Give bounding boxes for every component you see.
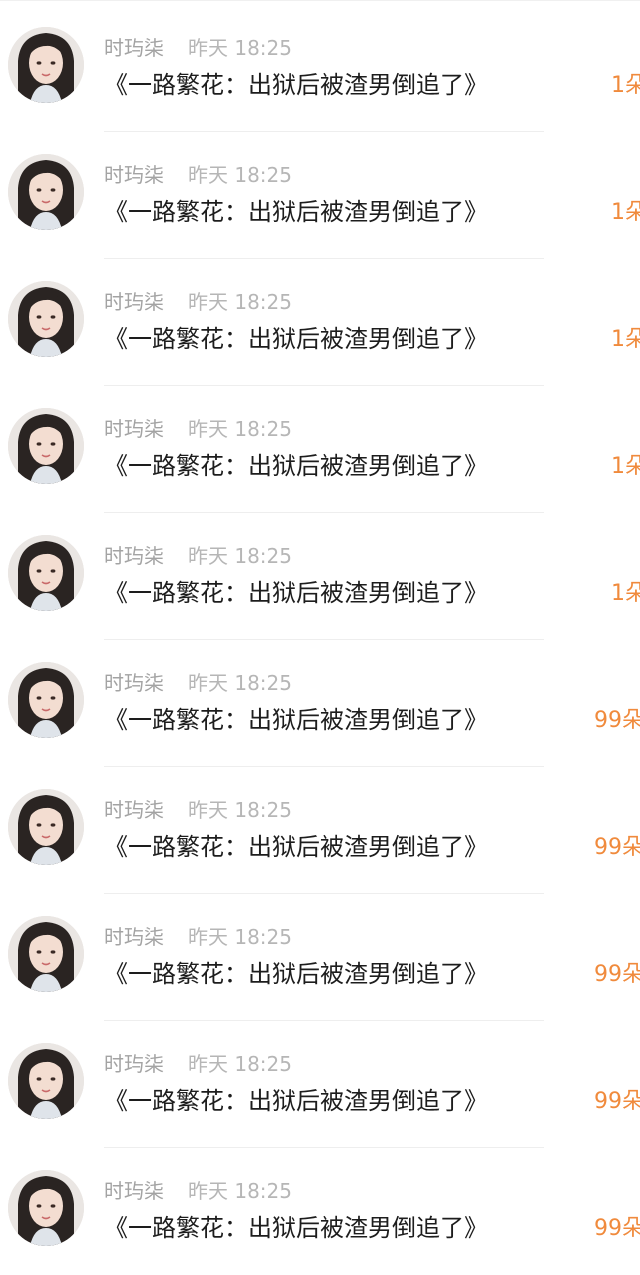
message-time: 昨天 18:25	[188, 1179, 292, 1203]
message-text: 《一路繁花：出狱后被渣男倒追了》	[104, 1214, 488, 1242]
gift-count: 1朵	[611, 200, 640, 225]
avatar[interactable]	[8, 154, 84, 230]
gift-count: 99朵	[594, 708, 640, 733]
message-time: 昨天 18:25	[188, 798, 292, 822]
avatar-image	[8, 408, 84, 484]
sender-name[interactable]: 时玙柒	[104, 543, 164, 569]
list-item[interactable]: 时玙柒 昨天 18:25 《一路繁花：出狱后被渣男倒追了》 99朵	[0, 1148, 640, 1275]
gift-count: 1朵	[611, 73, 640, 98]
message-text: 《一路繁花：出狱后被渣男倒追了》	[104, 706, 488, 734]
avatar[interactable]	[8, 535, 84, 611]
avatar[interactable]	[8, 408, 84, 484]
gift-count: 99朵	[594, 1216, 640, 1241]
message-time: 昨天 18:25	[188, 417, 292, 441]
message-text: 《一路繁花：出狱后被渣男倒追了》	[104, 579, 488, 607]
gift-count: 99朵	[594, 835, 640, 860]
message-text: 《一路繁花：出狱后被渣男倒追了》	[104, 71, 488, 99]
avatar-image	[8, 1170, 84, 1246]
list-item[interactable]: 时玙柒 昨天 18:25 《一路繁花：出狱后被渣男倒追了》 1朵	[0, 259, 640, 386]
message-time: 昨天 18:25	[188, 544, 292, 568]
message-time: 昨天 18:25	[188, 925, 292, 949]
avatar[interactable]	[8, 281, 84, 357]
list-item[interactable]: 时玙柒 昨天 18:25 《一路繁花：出狱后被渣男倒追了》 99朵	[0, 894, 640, 1021]
avatar[interactable]	[8, 27, 84, 103]
message-time: 昨天 18:25	[188, 290, 292, 314]
sender-name[interactable]: 时玙柒	[104, 670, 164, 696]
message-text: 《一路繁花：出狱后被渣男倒追了》	[104, 960, 488, 988]
list-item[interactable]: 时玙柒 昨天 18:25 《一路繁花：出狱后被渣男倒追了》 1朵	[0, 513, 640, 640]
list-item[interactable]: 时玙柒 昨天 18:25 《一路繁花：出狱后被渣男倒追了》 99朵	[0, 640, 640, 767]
message-text: 《一路繁花：出狱后被渣男倒追了》	[104, 198, 488, 226]
avatar-image	[8, 535, 84, 611]
message-text: 《一路繁花：出狱后被渣男倒追了》	[104, 325, 488, 353]
avatar[interactable]	[8, 1170, 84, 1246]
sender-name[interactable]: 时玙柒	[104, 35, 164, 61]
gift-count: 1朵	[611, 581, 640, 606]
sender-name[interactable]: 时玙柒	[104, 289, 164, 315]
sender-name[interactable]: 时玙柒	[104, 1178, 164, 1204]
avatar[interactable]	[8, 662, 84, 738]
message-text: 《一路繁花：出狱后被渣男倒追了》	[104, 833, 488, 861]
avatar[interactable]	[8, 1043, 84, 1119]
sender-name[interactable]: 时玙柒	[104, 797, 164, 823]
sender-name[interactable]: 时玙柒	[104, 416, 164, 442]
sender-name[interactable]: 时玙柒	[104, 1051, 164, 1077]
list-item[interactable]: 时玙柒 昨天 18:25 《一路繁花：出狱后被渣男倒追了》 1朵	[0, 386, 640, 513]
sender-name[interactable]: 时玙柒	[104, 924, 164, 950]
message-time: 昨天 18:25	[188, 671, 292, 695]
avatar-image	[8, 281, 84, 357]
message-time: 昨天 18:25	[188, 36, 292, 60]
message-text: 《一路繁花：出狱后被渣男倒追了》	[104, 1087, 488, 1115]
list-item[interactable]: 时玙柒 昨天 18:25 《一路繁花：出狱后被渣男倒追了》 99朵	[0, 1021, 640, 1148]
avatar[interactable]	[8, 916, 84, 992]
list-item[interactable]: 时玙柒 昨天 18:25 《一路繁花：出狱后被渣男倒追了》 1朵	[0, 132, 640, 259]
avatar-image	[8, 1043, 84, 1119]
gift-message-list: 时玙柒 昨天 18:25 《一路繁花：出狱后被渣男倒追了》 1朵 时玙柒 昨天 …	[0, 5, 640, 1275]
message-text: 《一路繁花：出狱后被渣男倒追了》	[104, 452, 488, 480]
list-item[interactable]: 时玙柒 昨天 18:25 《一路繁花：出狱后被渣男倒追了》 99朵	[0, 767, 640, 894]
message-time: 昨天 18:25	[188, 1052, 292, 1076]
avatar-image	[8, 27, 84, 103]
avatar-image	[8, 154, 84, 230]
gift-count: 99朵	[594, 1089, 640, 1114]
avatar-image	[8, 662, 84, 738]
message-time: 昨天 18:25	[188, 163, 292, 187]
avatar[interactable]	[8, 789, 84, 865]
gift-count: 1朵	[611, 454, 640, 479]
gift-count: 1朵	[611, 327, 640, 352]
avatar-image	[8, 916, 84, 992]
sender-name[interactable]: 时玙柒	[104, 162, 164, 188]
top-divider	[0, 0, 640, 1]
avatar-image	[8, 789, 84, 865]
gift-count: 99朵	[594, 962, 640, 987]
list-item[interactable]: 时玙柒 昨天 18:25 《一路繁花：出狱后被渣男倒追了》 1朵	[0, 5, 640, 132]
